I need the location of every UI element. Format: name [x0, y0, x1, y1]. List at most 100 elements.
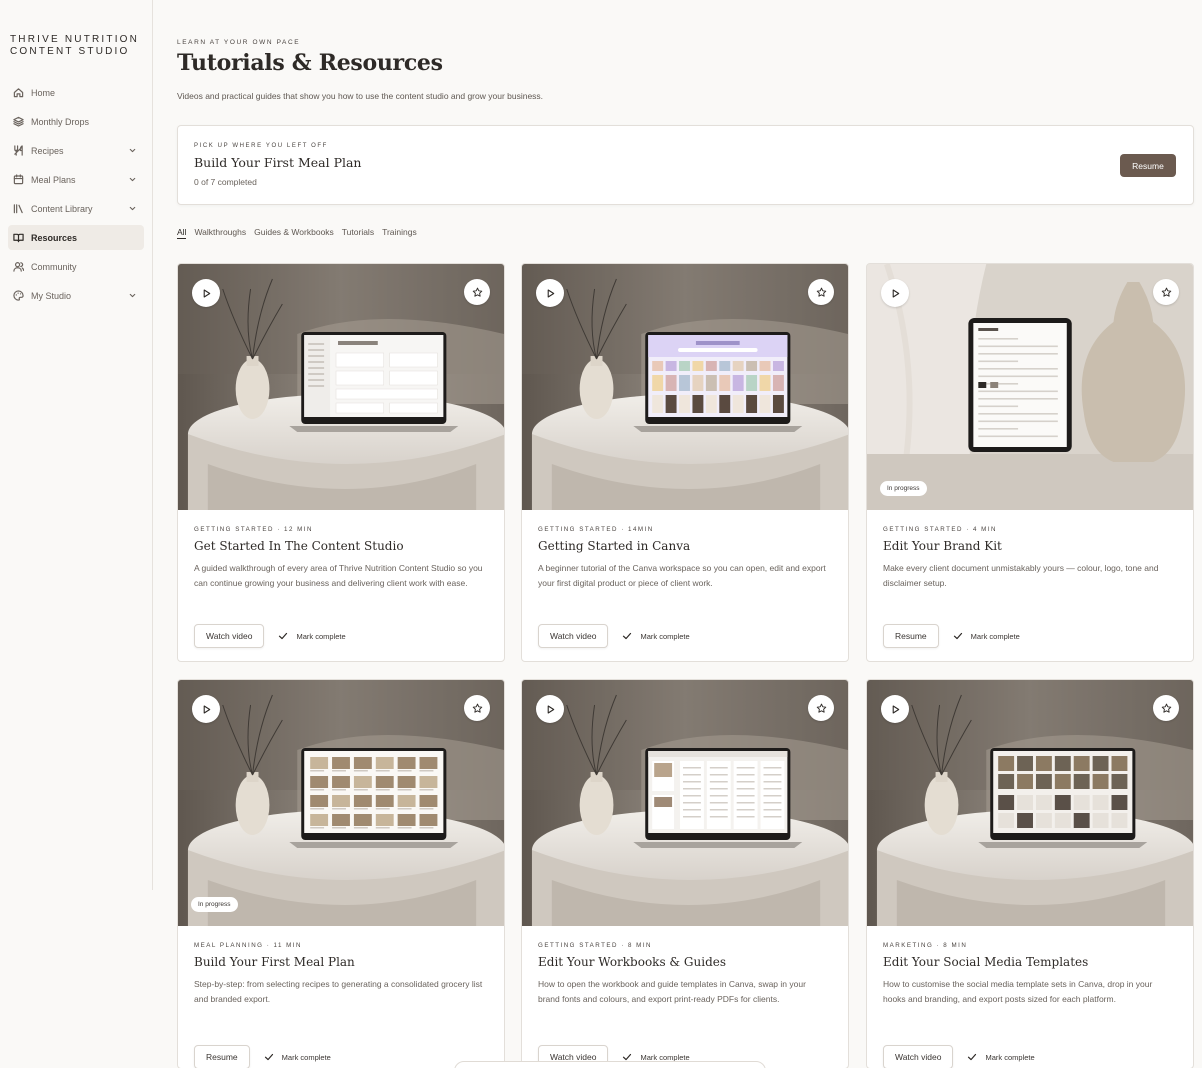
- chevron-down-icon[interactable]: [128, 204, 138, 214]
- card-actions: Watch video Mark complete: [883, 1045, 1035, 1068]
- mark-complete-label: Mark complete: [970, 631, 1020, 641]
- sidebar-nav: Home Monthly Drops Recipes Meal Plans Co…: [8, 80, 144, 308]
- star-icon[interactable]: [464, 695, 490, 721]
- page-title: Tutorials & Resources: [177, 50, 443, 76]
- utensils-icon: [11, 145, 25, 157]
- tab-walkthroughs[interactable]: Walkthroughs: [194, 227, 246, 239]
- card-title: Getting Started in Canva: [538, 539, 691, 553]
- star-icon[interactable]: [1153, 695, 1179, 721]
- book-open-icon: [11, 232, 25, 244]
- library-icon: [11, 203, 25, 215]
- watch-video-button[interactable]: Watch video: [883, 1045, 954, 1068]
- resource-card[interactable]: GETTING STARTED · 8 MIN Edit Your Workbo…: [521, 679, 849, 1068]
- resume-card: PICK UP WHERE YOU LEFT OFF Build Your Fi…: [177, 125, 1194, 205]
- video-thumbnail[interactable]: In progress: [867, 264, 1193, 510]
- sidebar-item-label: Recipes: [31, 145, 64, 156]
- video-thumbnail[interactable]: [867, 680, 1193, 926]
- sidebar-item-label: Monthly Drops: [31, 116, 90, 127]
- star-icon[interactable]: [464, 279, 490, 305]
- card-title: Edit Your Social Media Templates: [883, 955, 1089, 969]
- sidebar-item-community[interactable]: Community: [8, 254, 144, 279]
- brand-line-1: THRIVE NUTRITION: [10, 34, 140, 45]
- sidebar-item-my-studio[interactable]: My Studio: [8, 283, 144, 308]
- sidebar-item-label: Resources: [31, 232, 78, 243]
- sidebar-item-content-library[interactable]: Content Library: [8, 196, 144, 221]
- card-description: How to open the workbook and guide templ…: [538, 979, 806, 1004]
- sidebar: THRIVE NUTRITION CONTENT STUDIO Home Mon…: [0, 0, 153, 890]
- sidebar-item-label: Meal Plans: [31, 174, 76, 185]
- card-description: Step-by-step: from selecting recipes to …: [194, 979, 483, 1004]
- watch-video-button[interactable]: Watch video: [194, 624, 265, 648]
- calendar-icon: [11, 174, 25, 186]
- sidebar-item-label: Content Library: [31, 203, 93, 214]
- card-body: GETTING STARTED · 12 MIN Get Started In …: [178, 510, 504, 661]
- filter-tabs: All Walkthroughs Guides & Workbooks Tutoria…: [177, 227, 417, 239]
- watch-video-button[interactable]: Watch video: [538, 624, 609, 648]
- chevron-down-icon[interactable]: [128, 146, 138, 156]
- tab-guides-workbooks[interactable]: Guides & Workbooks: [254, 227, 334, 239]
- brand-line-2: CONTENT STUDIO: [10, 46, 130, 57]
- chevron-down-icon[interactable]: [128, 291, 138, 301]
- card-title: Edit Your Brand Kit: [883, 539, 1002, 553]
- video-thumbnail[interactable]: [178, 264, 504, 510]
- bottom-floating-bar[interactable]: [454, 1061, 766, 1068]
- card-meta: MEAL PLANNING · 11 MIN: [194, 942, 302, 949]
- video-thumbnail[interactable]: [522, 264, 848, 510]
- mark-complete-label: Mark complete: [985, 1052, 1035, 1062]
- resource-card[interactable]: GETTING STARTED · 12 MIN Get Started In …: [177, 263, 505, 662]
- status-badge: In progress: [880, 481, 927, 496]
- play-icon[interactable]: [192, 279, 220, 307]
- resource-card[interactable]: GETTING STARTED · 14MIN Getting Started …: [521, 263, 849, 662]
- card-actions: Resume Mark complete: [194, 1045, 331, 1068]
- mark-complete-toggle[interactable]: Mark complete: [953, 631, 1020, 641]
- resume-button[interactable]: Resume: [194, 1045, 250, 1068]
- mark-complete-label: Mark complete: [281, 1052, 331, 1062]
- users-icon: [11, 261, 25, 273]
- card-body: MARKETING · 8 MIN Edit Your Social Media…: [867, 926, 1193, 1068]
- star-icon[interactable]: [808, 695, 834, 721]
- card-description: How to customise the social media templa…: [883, 979, 1153, 1004]
- card-body: MEAL PLANNING · 11 MIN Build Your First …: [178, 926, 504, 1068]
- card-description: Make every client document unmistakably …: [883, 563, 1159, 588]
- mark-complete-label: Mark complete: [640, 631, 690, 641]
- mark-complete-toggle[interactable]: Mark complete: [264, 1052, 331, 1062]
- star-icon[interactable]: [1153, 279, 1179, 305]
- status-badge: In progress: [191, 897, 238, 912]
- sidebar-item-monthly-drops[interactable]: Monthly Drops: [8, 109, 144, 134]
- resource-card[interactable]: In progress MEAL PLANNING · 11 MIN Build…: [177, 679, 505, 1068]
- play-icon[interactable]: [192, 695, 220, 723]
- sidebar-item-home[interactable]: Home: [8, 80, 144, 105]
- brand-logo[interactable]: THRIVE NUTRITION CONTENT STUDIO: [8, 34, 144, 58]
- card-meta: GETTING STARTED · 14MIN: [538, 526, 654, 533]
- check-icon: [264, 1052, 282, 1062]
- card-title: Get Started In The Content Studio: [194, 539, 404, 553]
- resource-card[interactable]: In progress GETTING STARTED · 4 MIN Edit…: [866, 263, 1194, 662]
- sidebar-item-meal-plans[interactable]: Meal Plans: [8, 167, 144, 192]
- play-icon[interactable]: [881, 695, 909, 723]
- tab-tutorials[interactable]: Tutorials: [342, 227, 374, 239]
- play-icon[interactable]: [536, 279, 564, 307]
- play-icon[interactable]: [881, 279, 909, 307]
- mark-complete-toggle[interactable]: Mark complete: [967, 1052, 1035, 1062]
- card-meta: GETTING STARTED · 4 MIN: [883, 526, 998, 533]
- card-title: Edit Your Workbooks & Guides: [538, 955, 727, 969]
- resume-button[interactable]: Resume: [883, 624, 939, 648]
- tab-trainings[interactable]: Trainings: [382, 227, 417, 239]
- mark-complete-toggle[interactable]: Mark complete: [278, 631, 346, 641]
- check-icon: [953, 631, 971, 641]
- card-body: GETTING STARTED · 8 MIN Edit Your Workbo…: [522, 926, 848, 1068]
- mark-complete-toggle[interactable]: Mark complete: [622, 631, 690, 641]
- sidebar-item-resources[interactable]: Resources: [8, 225, 144, 250]
- sidebar-item-label: Home: [31, 87, 56, 98]
- resume-button[interactable]: Resume: [1120, 154, 1176, 177]
- sidebar-item-recipes[interactable]: Recipes: [8, 138, 144, 163]
- video-thumbnail[interactable]: [522, 680, 848, 926]
- play-icon[interactable]: [536, 695, 564, 723]
- star-icon[interactable]: [808, 279, 834, 305]
- chevron-down-icon[interactable]: [128, 175, 138, 185]
- video-thumbnail[interactable]: In progress: [178, 680, 504, 926]
- tab-all[interactable]: All: [177, 227, 187, 239]
- palette-icon: [11, 290, 25, 302]
- card-description: A guided walkthrough of every area of Th…: [194, 563, 483, 588]
- resource-card[interactable]: MARKETING · 8 MIN Edit Your Social Media…: [866, 679, 1194, 1068]
